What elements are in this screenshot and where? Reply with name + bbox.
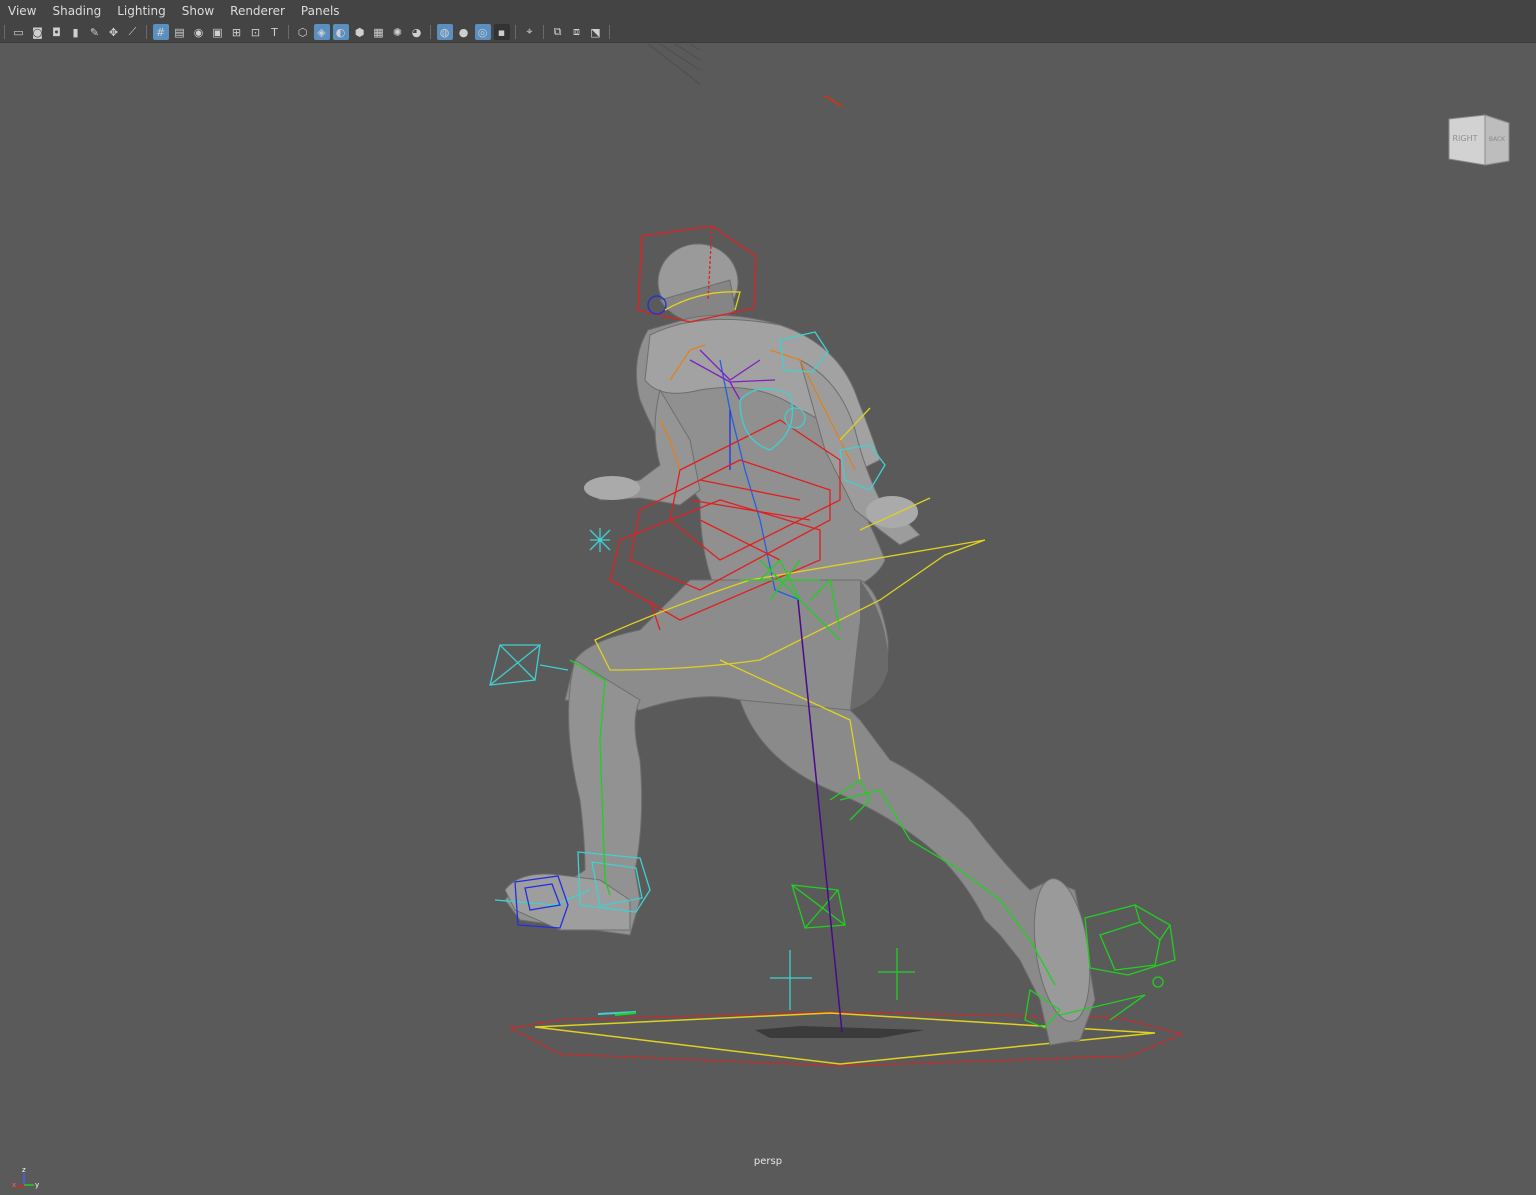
viewcube-side-face[interactable]: BACK xyxy=(1489,136,1506,143)
toolbar-separator xyxy=(543,25,544,39)
xray-icon[interactable]: ⧉ xyxy=(550,24,566,40)
xray-active-components-icon[interactable]: ⬔ xyxy=(588,24,604,40)
wireframe-icon[interactable]: ⬡ xyxy=(295,24,311,40)
menu-view[interactable]: View xyxy=(0,0,44,22)
toolbar-separator xyxy=(515,25,516,39)
axis-y-label: y xyxy=(35,1181,39,1189)
viewcube-front-face[interactable]: RIGHT xyxy=(1452,134,1477,143)
grid-icon[interactable]: # xyxy=(152,24,169,40)
xray-joints-icon[interactable]: ⧈ xyxy=(569,24,585,40)
menu-renderer[interactable]: Renderer xyxy=(222,0,293,22)
toolbar-separator xyxy=(430,25,431,39)
use-all-lights-icon[interactable]: ✺ xyxy=(390,24,406,40)
axis-x-label: x xyxy=(12,1181,16,1189)
toolbar-separator xyxy=(4,25,5,39)
menu-shading[interactable]: Shading xyxy=(44,0,109,22)
foot-control-front xyxy=(1084,904,1176,988)
grid-toggle-icon[interactable]: ✎ xyxy=(87,24,103,40)
default-material-icon[interactable]: ⬢ xyxy=(352,24,368,40)
depth-of-field-icon[interactable]: ▪ xyxy=(493,24,510,40)
far-grid-lines xyxy=(647,43,701,85)
camera-attributes-icon[interactable]: ◙ xyxy=(30,24,46,40)
camera-name-label: persp xyxy=(753,1156,783,1167)
toolbar-separator xyxy=(146,25,147,39)
motion-blur-icon[interactable]: ● xyxy=(456,24,472,40)
ground-shadow xyxy=(755,1026,925,1038)
wireframe-on-shaded-icon[interactable]: ◐ xyxy=(332,24,349,40)
axis-indicator: z y x xyxy=(12,1165,42,1195)
menu-show[interactable]: Show xyxy=(174,0,222,22)
toolbar-separator xyxy=(609,25,610,39)
scene-drawing xyxy=(489,43,1184,1067)
pan-zoom-icon[interactable]: ⟋ xyxy=(125,24,141,40)
film-gate-icon[interactable]: ▤ xyxy=(172,24,188,40)
perspective-viewport[interactable]: RIGHT BACK z y x xyxy=(0,43,1536,1189)
isolate-select-icon[interactable]: ⌖ xyxy=(522,24,538,40)
image-plane-icon[interactable]: ▮ xyxy=(68,24,84,40)
safe-action-icon[interactable]: ⊡ xyxy=(248,24,264,40)
hand-left xyxy=(584,476,640,500)
move-camera-icon[interactable]: ✥ xyxy=(106,24,122,40)
screen-space-ao-icon[interactable]: ◍ xyxy=(436,24,453,40)
select-camera-icon[interactable]: ▭ xyxy=(11,24,27,40)
toolbar-separator xyxy=(288,25,289,39)
resolution-gate-icon[interactable]: ◉ xyxy=(191,24,207,40)
bookmarks-icon[interactable]: ◘ xyxy=(49,24,65,40)
anti-aliasing-icon[interactable]: ◎ xyxy=(474,24,491,40)
locator-cross-b xyxy=(878,948,915,1000)
distant-red-marker xyxy=(823,95,843,107)
viewcube[interactable]: RIGHT BACK xyxy=(1445,111,1511,167)
smooth-shade-icon[interactable]: ◈ xyxy=(313,24,330,40)
textured-icon[interactable]: ▦ xyxy=(371,24,387,40)
menu-panels[interactable]: Panels xyxy=(293,0,348,22)
safe-title-icon[interactable]: T xyxy=(267,24,283,40)
gate-mask-icon[interactable]: ▣ xyxy=(210,24,226,40)
menu-lighting[interactable]: Lighting xyxy=(109,0,174,22)
viewport-menubar: View Shading Lighting Show Renderer Pane… xyxy=(0,0,1536,22)
locator-cross-a xyxy=(770,950,812,1010)
axis-z-label: z xyxy=(22,1166,26,1174)
shadows-icon[interactable]: ◕ xyxy=(409,24,425,40)
viewport-toolbar: ▭ ◙ ◘ ▮ ✎ ✥ ⟋ # ▤ ◉ ▣ ⊞ ⊡ T ⬡ ◈ ◐ ⬢ ▦ ✺ ◕ ◍ ● ◎ ▪ ⌖ ⧉ ⧈ ⬔ xyxy=(0,22,1536,43)
field-chart-icon[interactable]: ⊞ xyxy=(229,24,245,40)
